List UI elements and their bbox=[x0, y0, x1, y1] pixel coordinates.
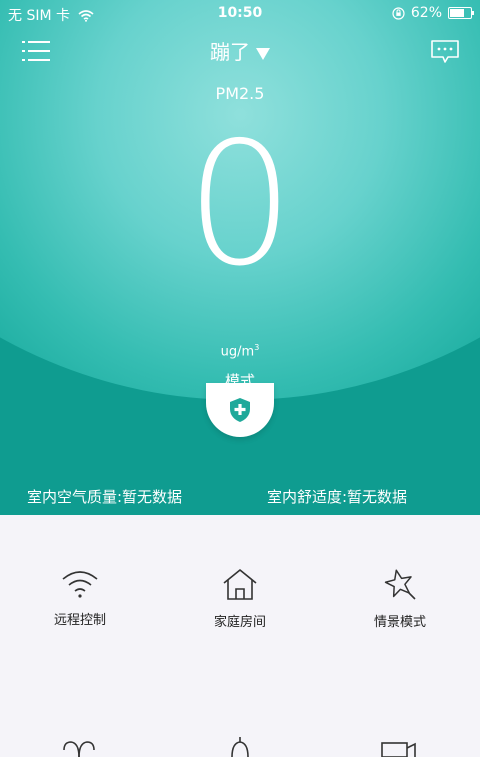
wifi-icon bbox=[62, 571, 98, 598]
status-bar: 无 SIM 卡 10:50 62% bbox=[0, 0, 480, 26]
comfort-status: 室内舒适度:暂无数据 bbox=[267, 488, 408, 506]
camera-icon[interactable] bbox=[380, 739, 418, 757]
house-icon bbox=[223, 569, 257, 600]
battery-group: 62% bbox=[392, 5, 474, 21]
device-name: 蹦了 bbox=[210, 40, 250, 64]
orientation-lock-icon bbox=[392, 6, 405, 20]
message-icon[interactable] bbox=[430, 39, 460, 65]
feature-remote-control[interactable]: 远程控制 bbox=[0, 567, 160, 628]
battery-percent: 62% bbox=[410, 5, 442, 21]
pm-unit: ug/m3 bbox=[220, 343, 260, 360]
shield-plus-icon bbox=[230, 398, 250, 422]
star-icon bbox=[384, 569, 416, 600]
feature-scene-mode[interactable]: 情景模式 bbox=[320, 567, 480, 630]
mode-button[interactable] bbox=[206, 383, 274, 437]
hero-panel: 无 SIM 卡 10:50 62% 蹦了 PM2.5 0 ug/m3 模式 室内… bbox=[0, 0, 480, 515]
air-quality-status: 室内空气质量:暂无数据 bbox=[27, 488, 183, 506]
device-title[interactable]: 蹦了 bbox=[0, 36, 480, 65]
dropdown-caret-icon bbox=[256, 47, 270, 60]
feature-grid: 远程控制 家庭房间 情景模式 bbox=[0, 515, 480, 757]
pm-value: 0 bbox=[185, 106, 295, 304]
feature-home-rooms[interactable]: 家庭房间 bbox=[160, 567, 320, 630]
bulb-icon[interactable] bbox=[226, 737, 254, 757]
feature-label: 家庭房间 bbox=[213, 615, 266, 630]
battery-icon bbox=[448, 7, 474, 19]
feature-label: 远程控制 bbox=[53, 613, 106, 628]
feature-label: 情景模式 bbox=[373, 615, 426, 630]
heart-icon[interactable] bbox=[61, 737, 97, 757]
pm-label: PM2.5 bbox=[215, 84, 265, 103]
